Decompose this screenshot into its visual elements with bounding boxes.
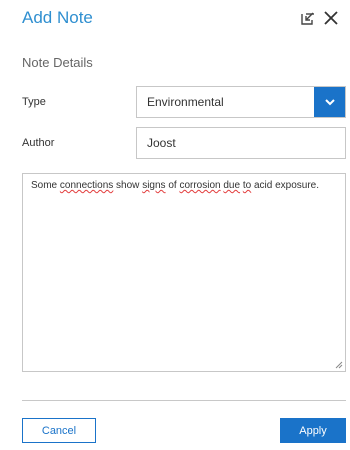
- note-text-fragment: of: [165, 180, 180, 191]
- spellcheck-word: due: [223, 180, 241, 191]
- close-icon[interactable]: [322, 9, 340, 27]
- type-select-value: Environmental: [147, 95, 224, 109]
- note-text-fragment: Some: [31, 180, 60, 191]
- spellcheck-word: to: [242, 180, 252, 191]
- type-label: Type: [22, 96, 46, 108]
- spellcheck-word: signs: [142, 180, 166, 191]
- author-label: Author: [22, 137, 55, 149]
- author-input[interactable]: Joost: [136, 127, 346, 159]
- chevron-down-icon[interactable]: [314, 87, 345, 117]
- spellcheck-word: connections: [59, 180, 114, 191]
- minimize-to-corner-icon[interactable]: [299, 9, 317, 27]
- spellcheck-word: corrosion: [179, 180, 221, 191]
- apply-button[interactable]: Apply: [280, 418, 346, 443]
- note-text: Some connections show signs of corrosion…: [31, 180, 319, 191]
- cancel-button[interactable]: Cancel: [22, 418, 96, 443]
- footer-divider: [22, 400, 346, 401]
- note-text-fragment: acid exposure.: [251, 180, 320, 191]
- section-title: Note Details: [22, 55, 93, 70]
- resize-grip-icon[interactable]: [335, 361, 343, 369]
- dialog-title: Add Note: [22, 8, 93, 27]
- note-textarea[interactable]: Some connections show signs of corrosion…: [22, 173, 346, 372]
- add-note-dialog: Add Note Note Details Type Environmental…: [0, 0, 350, 450]
- header-actions: [299, 9, 340, 27]
- note-text-fragment: show: [113, 180, 143, 191]
- type-select[interactable]: Environmental: [136, 86, 346, 118]
